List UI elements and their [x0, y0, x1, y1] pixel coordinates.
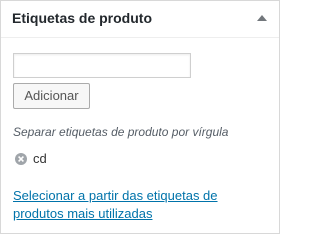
product-tags-panel: Etiquetas de produto Adicionar Separar e… — [0, 0, 280, 234]
add-button[interactable]: Adicionar — [13, 83, 90, 109]
triangle-up-icon — [257, 15, 267, 21]
separator-hint: Separar etiquetas de produto por vírgula — [13, 125, 229, 139]
tag-label: cd — [33, 151, 47, 166]
tag-input[interactable] — [13, 53, 191, 78]
most-used-tags-link[interactable]: Selecionar a partir das etiquetas de pro… — [13, 187, 263, 223]
toggle-panel-button[interactable] — [251, 7, 273, 29]
panel-header: Etiquetas de produto — [1, 1, 279, 38]
remove-circle-icon[interactable] — [15, 153, 27, 165]
panel-title: Etiquetas de produto — [12, 10, 152, 26]
tag-item: cd — [15, 151, 47, 167]
